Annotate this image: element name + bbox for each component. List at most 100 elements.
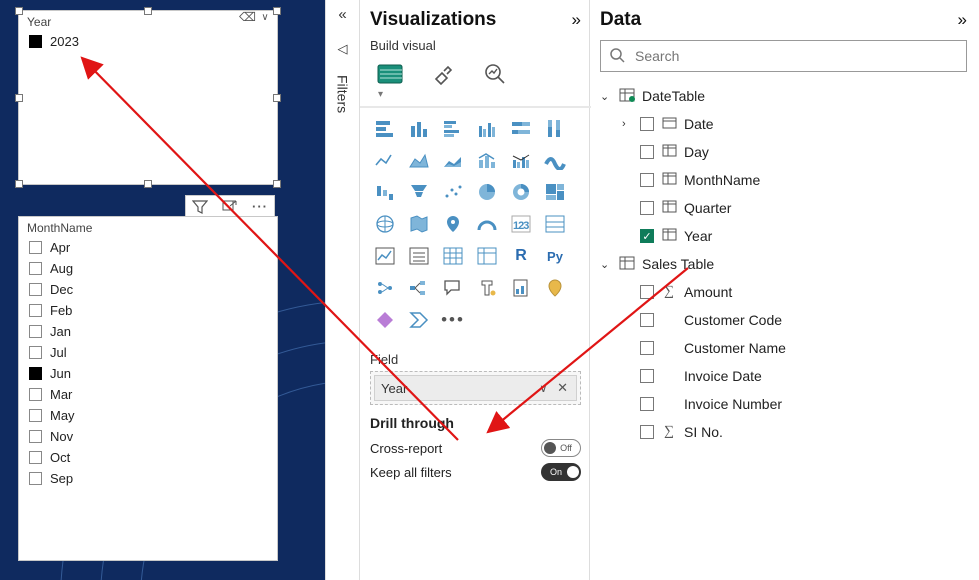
viz-type-clustered-bar[interactable] (438, 114, 468, 142)
field-row[interactable]: ∑SI No. (600, 418, 967, 446)
viz-type-matrix[interactable] (472, 242, 502, 270)
chevron-right-icon[interactable]: » (572, 10, 581, 30)
viz-more-visuals[interactable]: ••• (438, 306, 468, 334)
viz-type-power-apps[interactable] (370, 306, 400, 334)
checkbox-icon[interactable] (29, 325, 42, 338)
slicer-item[interactable]: Jun (19, 363, 277, 384)
checkbox-icon[interactable] (29, 451, 42, 464)
report-canvas[interactable]: ⌫ ∨ Year 2023 ··· MonthName AprAugDecFeb… (0, 0, 325, 580)
keep-all-filters-toggle[interactable]: On (541, 463, 581, 481)
viz-type-waterfall[interactable] (370, 178, 400, 206)
checkbox-icon[interactable] (29, 262, 42, 275)
chevron-down-icon[interactable]: ⌄ (600, 90, 612, 103)
checkbox-icon[interactable] (640, 201, 654, 215)
viz-type-smart-narrative[interactable] (472, 274, 502, 302)
slicer-item[interactable]: Jan (19, 321, 277, 342)
format-visual-tab-icon[interactable] (430, 61, 456, 87)
viz-type-slicer[interactable] (404, 242, 434, 270)
field-row[interactable]: Customer Code (600, 306, 967, 334)
field-well[interactable]: Year ∨ ✕ (370, 371, 581, 405)
checkbox-icon[interactable] (640, 341, 654, 355)
viz-type-r-visual[interactable]: R (506, 242, 536, 270)
build-visual-tab-icon[interactable] (376, 61, 404, 87)
viz-type-100-stacked-column[interactable] (540, 114, 570, 142)
field-row[interactable]: ∑Amount (600, 278, 967, 306)
viz-type-filled-map[interactable] (404, 210, 434, 238)
slicer-item[interactable]: Oct (19, 447, 277, 468)
viz-type-stacked-bar[interactable] (370, 114, 400, 142)
viz-type-arcgis[interactable] (540, 274, 570, 302)
viz-type-azure-map[interactable] (438, 210, 468, 238)
filter-icon[interactable] (186, 197, 214, 217)
checkbox-icon[interactable] (29, 283, 42, 296)
slicer-item[interactable]: Aug (19, 258, 277, 279)
checkbox-icon[interactable] (640, 313, 654, 327)
slicer-item[interactable]: 2023 (19, 31, 277, 52)
chevron-right-icon[interactable]: » (958, 10, 967, 30)
checkbox-icon[interactable] (29, 472, 42, 485)
checkbox-icon[interactable] (640, 369, 654, 383)
viz-type-table[interactable] (438, 242, 468, 270)
field-row[interactable]: MonthName (600, 166, 967, 194)
field-row[interactable]: Customer Name (600, 334, 967, 362)
analytics-tab-icon[interactable] (482, 61, 508, 87)
checkbox-icon[interactable] (640, 425, 654, 439)
viz-type-donut[interactable] (506, 178, 536, 206)
slicer-item[interactable]: Nov (19, 426, 277, 447)
slicer-item[interactable]: Jul (19, 342, 277, 363)
viz-type-area[interactable] (404, 146, 434, 174)
checkbox-icon[interactable] (640, 397, 654, 411)
viz-type-ribbon[interactable] (540, 146, 570, 174)
chevron-down-icon[interactable]: ∨ (257, 12, 273, 23)
viz-type-map[interactable] (370, 210, 400, 238)
viz-type-paginated-report[interactable] (506, 274, 536, 302)
search-box[interactable] (600, 40, 967, 72)
table-row[interactable]: ⌄Sales Table (600, 250, 967, 278)
viz-type-line-clustered-column[interactable] (506, 146, 536, 174)
checkbox-icon[interactable] (640, 117, 654, 131)
field-row[interactable]: ›Date (600, 110, 967, 138)
resize-handle[interactable] (144, 7, 152, 15)
slicer-year[interactable]: ⌫ ∨ Year 2023 (18, 10, 278, 185)
resize-handle[interactable] (273, 180, 281, 188)
viz-type-decomposition-tree[interactable] (404, 274, 434, 302)
field-row[interactable]: Quarter (600, 194, 967, 222)
slicer-item[interactable]: Sep (19, 468, 277, 489)
resize-handle[interactable] (273, 7, 281, 15)
more-options-icon[interactable]: ··· (246, 197, 274, 217)
search-input[interactable] (633, 47, 958, 65)
remove-field-icon[interactable]: ✕ (555, 380, 570, 395)
table-row[interactable]: ⌄DateTable (600, 82, 967, 110)
checkbox-icon[interactable] (29, 35, 42, 48)
viz-type-scatter[interactable] (438, 178, 468, 206)
viz-type-pie[interactable] (472, 178, 502, 206)
checkbox-icon[interactable] (29, 304, 42, 317)
focus-mode-icon[interactable] (216, 197, 244, 217)
chevron-right-icon[interactable]: › (622, 118, 634, 130)
checkbox-icon[interactable] (29, 346, 42, 359)
viz-type-funnel[interactable] (404, 178, 434, 206)
chevron-down-icon[interactable]: ∨ (535, 383, 551, 395)
viz-type-key-influencers[interactable] (370, 274, 400, 302)
filters-pane-collapsed[interactable]: « ◁ Filters (325, 0, 360, 580)
slicer-item[interactable]: Mar (19, 384, 277, 405)
viz-type-clustered-column[interactable] (472, 114, 502, 142)
checkbox-icon[interactable] (640, 145, 654, 159)
resize-handle[interactable] (15, 7, 23, 15)
slicer-item[interactable]: Dec (19, 279, 277, 300)
viz-type-card[interactable]: 123 (506, 210, 536, 238)
viz-type-stacked-area[interactable] (438, 146, 468, 174)
checkbox-icon[interactable] (29, 388, 42, 401)
checkbox-icon[interactable] (29, 409, 42, 422)
checkbox-icon[interactable] (640, 285, 654, 299)
viz-type-line[interactable] (370, 146, 400, 174)
resize-handle[interactable] (15, 180, 23, 188)
checkbox-icon[interactable]: ✓ (640, 229, 654, 243)
viz-type-multi-row-card[interactable] (540, 210, 570, 238)
slicer-item[interactable]: Feb (19, 300, 277, 321)
checkbox-icon[interactable] (29, 367, 42, 380)
resize-handle[interactable] (273, 94, 281, 102)
resize-handle[interactable] (15, 94, 23, 102)
eraser-icon[interactable]: ⌫ (239, 10, 255, 24)
viz-type-py-visual[interactable]: Py (540, 242, 570, 270)
